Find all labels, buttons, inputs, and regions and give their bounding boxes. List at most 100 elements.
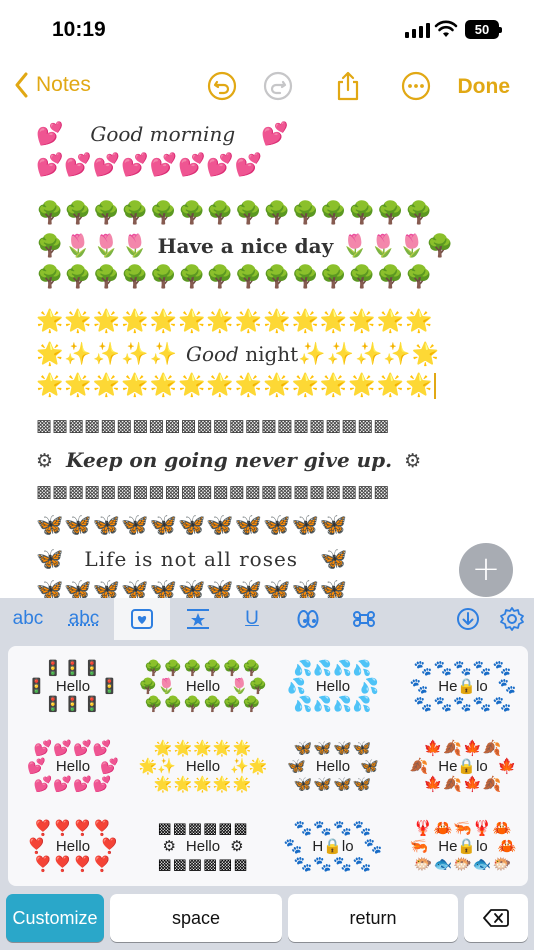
frame-middle-row: ❣️ Hello ❣️ xyxy=(27,837,119,855)
frame-template-cell[interactable]: 🌟🌟🌟🌟🌟 🌟✨ Hello ✨🌟 🌟🌟🌟🌟🌟 xyxy=(138,726,268,806)
frame-left: 🦐 xyxy=(409,838,429,855)
frame-middle-row: ⚙ Hello ⚙ xyxy=(162,837,243,855)
frame-bottom-row: 🐾🐾🐾🐾 xyxy=(293,855,373,873)
note-line: 🌳🌳🌳🌳🌳🌳🌳🌳🌳🌳🌳🌳🌳🌳 xyxy=(36,201,434,226)
undo-icon[interactable] xyxy=(206,70,238,102)
note-line: 💕💕💕💕💕💕💕💕 xyxy=(36,153,264,178)
frame-top-row: 🦞🦀🦐🦞🦀 xyxy=(413,819,513,837)
frame-left: 🐾 xyxy=(283,838,303,855)
frame-template-cell[interactable]: 🐾🐾🐾🐾🐾 🐾 He🔒lo 🐾 🐾🐾🐾🐾🐾 xyxy=(398,646,528,726)
frame-right: 🦀 xyxy=(497,838,517,855)
frame-bottom-row: 🦋🦋🦋🦋 xyxy=(293,775,373,793)
frame-middle-row: 🍂 He🔒lo 🍁 xyxy=(410,757,517,775)
heart-frame-icon xyxy=(131,609,153,629)
frame-bottom-row: 🚦🚦🚦 xyxy=(43,695,103,713)
return-key[interactable]: return xyxy=(288,894,458,942)
customize-button[interactable]: Customize xyxy=(6,894,104,942)
frame-middle-row: 💕 Hello 💕 xyxy=(27,757,119,775)
delete-key[interactable] xyxy=(464,894,528,942)
tab-download[interactable] xyxy=(446,598,490,640)
frame-template-cell[interactable]: 💦💦💦💦 💦 Hello 💦 💦💦💦💦 xyxy=(268,646,398,726)
nav-bar: Notes Done xyxy=(0,62,534,112)
frame-middle-row: 🐾 H🔒lo 🐾 xyxy=(284,837,383,855)
back-label: Notes xyxy=(36,73,91,96)
add-button[interactable]: + xyxy=(459,543,513,597)
note-text: Good xyxy=(185,342,239,366)
text-cursor xyxy=(433,373,436,399)
frame-right: 🐾 xyxy=(363,838,383,855)
wifi-icon xyxy=(434,20,458,37)
more-icon[interactable] xyxy=(400,70,432,102)
frame-top-row: 🌳🌳🌳🌳🌳🌳 xyxy=(143,659,263,677)
frame-sample-text: He🔒lo xyxy=(438,678,488,695)
frame-template-cell[interactable]: 🦋🦋🦋🦋 🦋 Hello 🦋 🦋🦋🦋🦋 xyxy=(268,726,398,806)
frame-left: 💕 xyxy=(27,758,46,775)
frame-template-cell[interactable]: 🌳🌳🌳🌳🌳🌳 🌳🌷 Hello 🌷🌳 🌳🌳🌳🌳🌳🌳 xyxy=(138,646,268,726)
frame-template-cell[interactable]: ▩▩▩▩▩▩ ⚙ Hello ⚙ ▩▩▩▩▩▩ xyxy=(138,806,268,886)
battery-icon: 50 xyxy=(465,20,502,39)
frame-template-grid: 🚦🚦🚦 🚦 Hello 🚦 🚦🚦🚦 🌳🌳🌳🌳🌳🌳 🌳🌷 Hello 🌷🌳 🌳🌳🌳🌳🌳🌳 💦💦💦💦 💦 H… xyxy=(8,646,528,886)
frame-template-cell[interactable]: 🍁🍂🍁🍂 🍂 He🔒lo 🍁 🍁🍂🍁🍂 xyxy=(398,726,528,806)
frame-top-row: ▩▩▩▩▩▩ xyxy=(157,819,249,837)
frame-top-row: ❣️❣️❣️❣️ xyxy=(33,819,113,837)
tab-underline[interactable]: U xyxy=(226,598,278,640)
note-line: 🌟✨✨✨✨ Good night✨✨✨✨🌟 xyxy=(36,342,441,367)
tab-settings[interactable] xyxy=(490,598,534,640)
frame-bottom-row: 🐾🐾🐾🐾🐾 xyxy=(413,695,513,713)
frame-left: 🚦 xyxy=(27,678,46,695)
eyes-icon xyxy=(297,610,319,628)
note-line: 🦋🦋🦋🦋🦋🦋🦋🦋🦋🦋🦋 xyxy=(36,513,349,538)
frame-template-cell[interactable]: 🦞🦀🦐🦞🦀 🦐 He🔒lo 🦀 🐡🐟🐡🐟🐡 xyxy=(398,806,528,886)
tab-emoji-frames[interactable] xyxy=(114,598,170,640)
frame-left: 🌟✨ xyxy=(138,758,176,775)
back-button[interactable]: Notes xyxy=(14,72,91,98)
done-button[interactable]: Done xyxy=(458,75,511,99)
note-line: 🌳🌳🌳🌳🌳🌳🌳🌳🌳🌳🌳🌳🌳🌳 xyxy=(36,265,434,290)
frame-left: ❣️ xyxy=(27,838,46,855)
frame-bottom-row: 🌳🌳🌳🌳🌳🌳 xyxy=(143,695,263,713)
redo-icon[interactable] xyxy=(262,70,294,102)
note-text: Life is not all roses xyxy=(84,547,299,571)
frame-middle-row: 🐾 He🔒lo 🐾 xyxy=(410,677,517,695)
frame-sample-text: He🔒lo xyxy=(438,758,488,775)
frame-template-cell[interactable]: 🐾🐾🐾🐾 🐾 H🔒lo 🐾 🐾🐾🐾🐾 xyxy=(268,806,398,886)
star-frame-icon xyxy=(187,609,209,629)
tab-eyes[interactable] xyxy=(282,598,334,640)
frame-right: ✨🌟 xyxy=(230,758,268,775)
frame-template-cell[interactable]: 💕💕💕💕 💕 Hello 💕 💕💕💕💕 xyxy=(8,726,138,806)
frame-bottom-row: 🐡🐟🐡🐟🐡 xyxy=(413,855,513,873)
frame-middle-row: 🌟✨ Hello ✨🌟 xyxy=(139,757,268,775)
note-line: 🌟🌟🌟🌟🌟🌟🌟🌟🌟🌟🌟🌟🌟🌟 xyxy=(36,309,434,334)
tab-abc-styled[interactable]: abc xyxy=(56,598,112,640)
frame-sample-text: Hello xyxy=(315,678,351,695)
frame-right: 🦋 xyxy=(360,758,379,775)
frame-right: ❣️ xyxy=(100,838,119,855)
frame-bottom-row: 💕💕💕💕 xyxy=(33,775,113,793)
frame-middle-row: 🦐 He🔒lo 🦀 xyxy=(410,837,517,855)
tab-command[interactable] xyxy=(338,598,390,640)
frame-template-cell[interactable]: ❣️❣️❣️❣️ ❣️ Hello ❣️ ❣️❣️❣️❣️ xyxy=(8,806,138,886)
frame-top-row: 💕💕💕💕 xyxy=(33,739,113,757)
frame-template-cell[interactable]: 🚦🚦🚦 🚦 Hello 🚦 🚦🚦🚦 xyxy=(8,646,138,726)
frame-top-row: 💦💦💦💦 xyxy=(293,659,373,677)
note-line: ▩▩▩▩▩▩▩▩▩▩▩▩▩▩▩▩▩▩▩▩▩▩ xyxy=(36,416,390,436)
share-icon[interactable] xyxy=(332,70,364,102)
frame-right: 🚦 xyxy=(100,678,119,695)
frame-sample-text: Hello xyxy=(185,838,221,855)
chevron-left-icon xyxy=(15,72,28,98)
frame-left: 🍂 xyxy=(409,758,429,775)
note-text: Have a nice day xyxy=(157,234,334,258)
frame-middle-row: 💦 Hello 💦 xyxy=(287,677,379,695)
note-body[interactable]: 💕 Good morning 💕 💕💕💕💕💕💕💕💕 🌳🌳🌳🌳🌳🌳🌳🌳🌳🌳🌳🌳🌳🌳… xyxy=(0,112,534,598)
frame-top-row: 🚦🚦🚦 xyxy=(43,659,103,677)
space-key[interactable]: space xyxy=(110,894,282,942)
tab-star-frame[interactable] xyxy=(170,598,226,640)
frame-sample-text: Hello xyxy=(55,838,91,855)
frame-sample-text: Hello xyxy=(55,678,91,695)
frame-middle-row: 🦋 Hello 🦋 xyxy=(287,757,379,775)
frame-middle-row: 🌳🌷 Hello 🌷🌳 xyxy=(139,677,268,695)
frame-sample-text: Hello xyxy=(185,758,221,775)
frame-bottom-row: 🌟🌟🌟🌟🌟 xyxy=(153,775,253,793)
tab-abc[interactable]: abc xyxy=(0,598,56,640)
note-text: Keep on going never give up. xyxy=(66,448,393,472)
